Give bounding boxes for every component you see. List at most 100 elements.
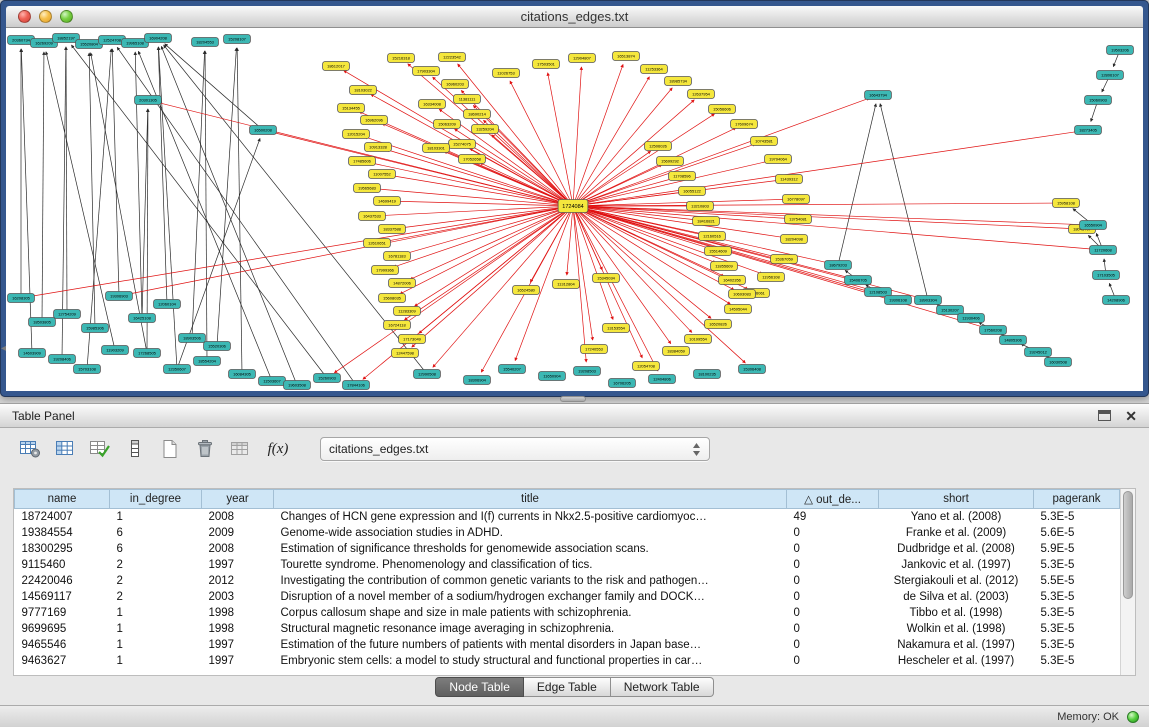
graph-node[interactable]: 18384059	[663, 347, 690, 356]
graph-node[interactable]: 15367059	[771, 255, 798, 264]
graph-node[interactable]: 18100235	[694, 370, 721, 379]
create-column-icon[interactable]	[158, 438, 182, 460]
graph-node[interactable]: 16084305	[229, 370, 256, 379]
graph-node[interactable]: 16402356	[719, 276, 746, 285]
graph-node[interactable]: 18554204	[194, 357, 221, 366]
minimize-window-button[interactable]	[39, 10, 52, 23]
graph-node[interactable]: 16500208	[250, 126, 277, 135]
graph-node[interactable]: 10693083	[729, 290, 756, 299]
graph-node[interactable]: 11708596	[669, 172, 696, 181]
graph-node[interactable]: 18690214	[464, 110, 491, 119]
float-panel-icon[interactable]	[1098, 410, 1111, 421]
table-row[interactable]: 946554611997Estimation of the future num…	[15, 637, 1120, 653]
table-row[interactable]: 911546021997Tourette syndrome. Phenomeno…	[15, 557, 1120, 573]
graph-node[interactable]: 19245012	[1025, 348, 1052, 357]
graph-node[interactable]: 18337588	[379, 225, 406, 234]
graph-node[interactable]: 11650904	[539, 372, 566, 381]
graph-node[interactable]: 12610651	[364, 239, 391, 248]
table-row[interactable]: 1830029562008Estimation of significance …	[15, 541, 1120, 557]
graph-node[interactable]: 16643794	[865, 91, 892, 100]
graph-node[interactable]: 11253364	[641, 65, 668, 74]
graph-node[interactable]: 16425108	[129, 314, 156, 323]
graph-node[interactable]: 12754209	[54, 310, 81, 319]
delete-table-icon[interactable]	[228, 438, 252, 460]
graph-node[interactable]: 18204098	[781, 235, 808, 244]
graph-node[interactable]: 18985734	[665, 77, 692, 86]
table-row[interactable]: 977716911998Corpus callosum shape and si…	[15, 605, 1120, 621]
show-columns-icon[interactable]	[53, 438, 77, 460]
graph-node[interactable]: 15540207	[499, 365, 526, 374]
graph-node[interactable]: 15260903	[314, 374, 341, 383]
graph-node[interactable]: 17903304	[413, 67, 440, 76]
column-icon[interactable]	[123, 438, 147, 460]
graph-node[interactable]: 12904807	[569, 54, 596, 63]
column-header-title[interactable]: title	[274, 490, 787, 509]
edit-table-icon[interactable]	[88, 438, 112, 460]
graph-node[interactable]: 16960203	[442, 80, 469, 89]
graph-node[interactable]: 17240553	[581, 345, 608, 354]
column-header-short[interactable]: short	[879, 490, 1034, 509]
graph-node[interactable]: 11956108	[758, 273, 785, 282]
table-row[interactable]: 1456911722003Disruption of a novel membe…	[15, 589, 1120, 605]
graph-node[interactable]: 15514609	[705, 247, 732, 256]
graph-node[interactable]: 12990508	[414, 370, 441, 379]
graph-node[interactable]: 12223542	[439, 53, 466, 62]
graph-node[interactable]: 11720608	[1090, 246, 1117, 255]
graph-node[interactable]: 17844106	[343, 381, 370, 390]
graph-node[interactable]: 16706205	[609, 379, 636, 388]
close-window-button[interactable]	[18, 10, 31, 23]
graph-node[interactable]: 18903304	[915, 296, 942, 305]
graph-node[interactable]: 19306108	[885, 296, 912, 305]
column-header-name[interactable]: name	[15, 490, 110, 509]
graph-node[interactable]: 18503805	[29, 318, 56, 327]
column-header-in_degree[interactable]: in_degree	[110, 490, 202, 509]
graph-node[interactable]: 20301305	[135, 96, 162, 105]
graph-node[interactable]: 15306408	[739, 365, 766, 374]
graph-node[interactable]: 16513874	[613, 52, 640, 61]
graph-node[interactable]: 13754081	[785, 215, 812, 224]
graph-node[interactable]: 18416821	[693, 217, 720, 226]
graph-node[interactable]: 12806107	[1097, 71, 1124, 80]
network-canvas[interactable]: 1810302215134455169620961201520410913328…	[6, 28, 1143, 391]
table-row[interactable]: 1938455462009Genome-wide association stu…	[15, 525, 1120, 541]
graph-node[interactable]: 16055122	[679, 187, 706, 196]
graph-node[interactable]: 18103022	[350, 86, 377, 95]
graph-node[interactable]: 19306903	[106, 292, 133, 301]
graph-node[interactable]: 15134455	[338, 104, 365, 113]
graph-node[interactable]: 14595044	[725, 305, 752, 314]
table-scrollbar-thumb[interactable]	[1123, 491, 1133, 599]
graph-node[interactable]: 12060104	[154, 300, 181, 309]
graph-node[interactable]: 15274075	[449, 140, 476, 149]
graph-node[interactable]: 17999366	[372, 266, 399, 275]
column-header-year[interactable]: year	[202, 490, 274, 509]
graph-node[interactable]: 10199554	[685, 335, 712, 344]
graph-node[interactable]: 15345034	[593, 274, 620, 283]
table-row[interactable]: 969969511998Structural magnetic resonanc…	[15, 621, 1120, 637]
graph-node[interactable]: 17503501	[533, 60, 560, 69]
graph-node[interactable]: 16550904	[1080, 221, 1107, 230]
graph-node[interactable]: 12404806	[649, 375, 676, 384]
graph-node[interactable]: 17052658	[459, 155, 486, 164]
graph-node[interactable]: 17103505	[1093, 271, 1120, 280]
graph-node[interactable]: 12160516	[699, 232, 726, 241]
graph-node[interactable]: 14805306	[1000, 336, 1027, 345]
graph-node[interactable]: 15130207	[937, 306, 964, 315]
graph-node[interactable]: 16334008	[419, 100, 446, 109]
table-row[interactable]: 2242004622012Investigating the contribut…	[15, 573, 1120, 589]
panel-collapse-arrow[interactable]: ◂	[1, 344, 6, 354]
graph-node[interactable]: 19208406	[49, 355, 76, 364]
graph-node[interactable]: 12350607	[164, 365, 191, 374]
graph-node[interactable]: 16724118	[384, 321, 411, 330]
close-panel-icon[interactable]: ✕	[1125, 409, 1137, 423]
graph-node[interactable]: 15056606	[709, 105, 736, 114]
graph-node[interactable]: 15958108	[1053, 199, 1080, 208]
graph-node[interactable]: 17560208	[980, 326, 1007, 335]
graph-node[interactable]: 16524580	[513, 286, 540, 295]
graph-node[interactable]: 11283309	[394, 307, 421, 316]
graph-node[interactable]: 14699419	[374, 197, 401, 206]
table-scrollbar[interactable]	[1120, 489, 1135, 675]
graph-node[interactable]: 11007552	[369, 170, 396, 179]
graph-node[interactable]: 16030508	[1045, 358, 1072, 367]
graph-node[interactable]: 16778097	[783, 195, 810, 204]
graph-node[interactable]: 18612017	[323, 62, 350, 71]
